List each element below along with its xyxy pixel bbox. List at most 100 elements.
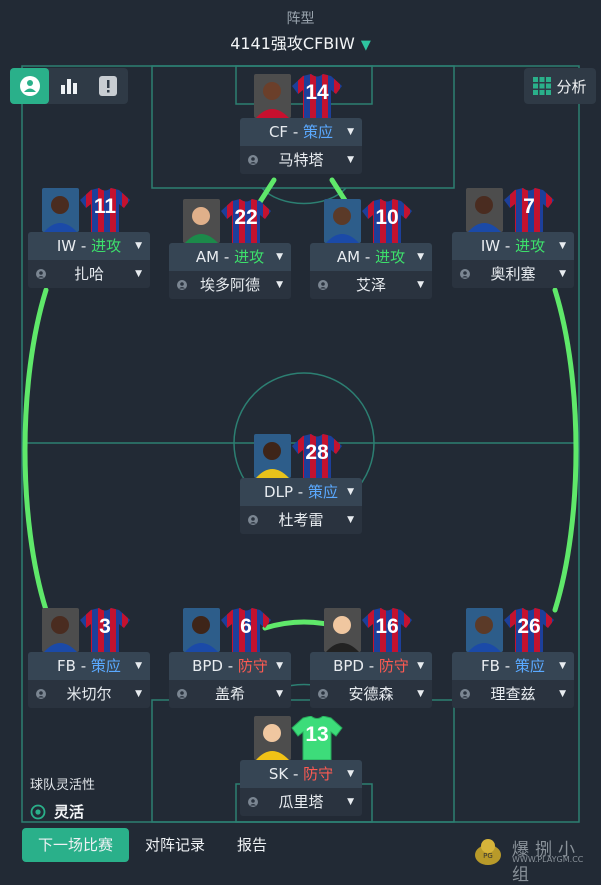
dropdown-arrow-icon[interactable]: ▼ <box>559 652 566 680</box>
kit-number: 16 <box>375 615 399 638</box>
role-selector[interactable]: SK - 防守 ▼ <box>240 760 362 788</box>
svg-text:PG: PG <box>483 852 493 860</box>
dropdown-arrow-icon[interactable]: ▼ <box>135 260 142 288</box>
duty-label: 进攻 <box>375 248 406 266</box>
player-selector[interactable]: 扎哈 ▼ <box>28 260 150 288</box>
person-icon <box>36 689 46 699</box>
player-card-6[interactable]: 28 DLP - 策应 ▼ 杜考雷 ▼ <box>240 434 362 534</box>
player-card-5[interactable]: 7 IW - 进攻 ▼ 奥利塞 ▼ <box>452 188 574 288</box>
view-player-button[interactable] <box>10 68 49 104</box>
player-selector[interactable]: 艾泽 ▼ <box>310 271 432 299</box>
player-selector[interactable]: 安德森 ▼ <box>310 680 432 708</box>
role-selector[interactable]: DLP - 策应 ▼ <box>240 478 362 506</box>
view-toggle-group <box>10 68 128 104</box>
tab-next-match[interactable]: 下一场比赛 <box>22 828 130 862</box>
kit-number: 3 <box>99 615 111 638</box>
duty-label: 进攻 <box>515 237 546 255</box>
role-selector[interactable]: FB - 策应 ▼ <box>452 652 574 680</box>
player-photo <box>254 74 291 118</box>
player-selector[interactable]: 盖希 ▼ <box>169 680 291 708</box>
team-flexibility: 球队灵活性 灵活 <box>30 774 95 822</box>
player-card-11[interactable]: 13 SK - 防守 ▼ 瓜里塔 ▼ <box>240 715 362 816</box>
tab-head-to-head[interactable]: 对阵记录 <box>129 828 221 862</box>
player-name: 奥利塞 <box>490 265 536 283</box>
dropdown-arrow-icon[interactable]: ▼ <box>417 271 424 299</box>
formation-name[interactable]: 4141强攻CFBIW <box>230 34 355 53</box>
dropdown-arrow-icon[interactable]: ▼ <box>276 243 283 271</box>
dropdown-arrow-icon[interactable]: ▼ <box>135 680 142 708</box>
view-stats-button[interactable] <box>49 68 88 104</box>
dropdown-arrow-icon[interactable]: ▼ <box>347 478 354 506</box>
player-name: 扎哈 <box>73 265 104 283</box>
dropdown-arrow-icon[interactable]: ▼ <box>347 506 354 534</box>
person-icon <box>248 155 258 165</box>
role-selector[interactable]: BPD - 防守 ▼ <box>169 652 291 680</box>
player-card-4[interactable]: 10 AM - 进攻 ▼ 艾泽 ▼ <box>310 199 432 299</box>
person-icon <box>318 280 328 290</box>
exclamation-card-icon <box>98 76 117 96</box>
player-selector[interactable]: 马特塔 ▼ <box>240 146 362 174</box>
dropdown-arrow-icon[interactable]: ▼ <box>417 652 424 680</box>
kit-icon: 6 <box>220 608 272 652</box>
analyze-button[interactable]: 分析 <box>524 68 596 104</box>
dropdown-arrow-icon[interactable]: ▼ <box>559 260 566 288</box>
player-selector[interactable]: 埃多阿德 ▼ <box>169 271 291 299</box>
person-icon <box>460 689 470 699</box>
player-selector[interactable]: 理查兹 ▼ <box>452 680 574 708</box>
analyze-label: 分析 <box>556 77 587 96</box>
player-card-8[interactable]: 6 BPD - 防守 ▼ 盖希 ▼ <box>169 608 291 708</box>
formation-header[interactable]: 阵型 4141强攻CFBIW ▼ <box>0 0 601 60</box>
watermark-url: WWW.PLAYGM.CC <box>512 855 584 864</box>
dropdown-arrow-icon[interactable]: ▼ <box>135 652 142 680</box>
player-card-7[interactable]: 3 FB - 策应 ▼ 米切尔 ▼ <box>28 608 150 708</box>
role-selector[interactable]: IW - 进攻 ▼ <box>28 232 150 260</box>
tab-report[interactable]: 报告 <box>221 828 283 862</box>
player-card-10[interactable]: 26 FB - 策应 ▼ 理查兹 ▼ <box>452 608 574 708</box>
role-code: IW <box>56 237 77 255</box>
role-selector[interactable]: AM - 进攻 ▼ <box>310 243 432 271</box>
role-code: BPD <box>333 657 364 675</box>
dropdown-arrow-icon[interactable]: ▼ <box>417 243 424 271</box>
player-card-2[interactable]: 11 IW - 进攻 ▼ 扎哈 ▼ <box>28 188 150 288</box>
player-selector[interactable]: 杜考雷 ▼ <box>240 506 362 534</box>
role-selector[interactable]: IW - 进攻 ▼ <box>452 232 574 260</box>
duty-label: 策应 <box>514 657 545 675</box>
duty-label: 策应 <box>303 123 334 141</box>
player-card-1[interactable]: 14 CF - 策应 ▼ 马特塔 ▼ <box>240 74 362 174</box>
dropdown-arrow-icon[interactable]: ▼ <box>347 146 354 174</box>
role-selector[interactable]: AM - 进攻 ▼ <box>169 243 291 271</box>
view-instructions-button[interactable] <box>88 68 127 104</box>
kit-icon: 10 <box>361 199 413 243</box>
dropdown-arrow-icon[interactable]: ▼ <box>559 680 566 708</box>
role-selector[interactable]: BPD - 防守 ▼ <box>310 652 432 680</box>
kit-icon: 16 <box>361 608 413 652</box>
dropdown-arrow-icon[interactable]: ▼ <box>276 652 283 680</box>
dropdown-arrow-icon[interactable]: ▼ <box>559 232 566 260</box>
player-selector[interactable]: 瓜里塔 ▼ <box>240 788 362 816</box>
flexibility-title: 球队灵活性 <box>30 778 96 793</box>
role-selector[interactable]: CF - 策应 ▼ <box>240 118 362 146</box>
dropdown-arrow-icon[interactable]: ▼ <box>135 232 142 260</box>
dropdown-arrow-icon[interactable]: ▼ <box>347 760 354 788</box>
watermark: PG 爆捌小组 WWW.PLAYGM.CC <box>468 831 596 885</box>
player-selector[interactable]: 奥利塞 ▼ <box>452 260 574 288</box>
chevron-down-icon[interactable]: ▼ <box>361 38 371 53</box>
dropdown-arrow-icon[interactable]: ▼ <box>347 788 354 816</box>
player-name: 盖希 <box>214 685 245 703</box>
role-selector[interactable]: FB - 策应 ▼ <box>28 652 150 680</box>
dropdown-arrow-icon[interactable]: ▼ <box>347 118 354 146</box>
dropdown-arrow-icon[interactable]: ▼ <box>417 680 424 708</box>
kit-number: 11 <box>93 195 117 218</box>
duty-label: 进攻 <box>234 248 265 266</box>
player-selector[interactable]: 米切尔 ▼ <box>28 680 150 708</box>
dropdown-arrow-icon[interactable]: ▼ <box>276 271 283 299</box>
kit-number: 26 <box>517 615 541 638</box>
player-card-9[interactable]: 16 BPD - 防守 ▼ 安德森 ▼ <box>310 608 432 708</box>
dropdown-arrow-icon[interactable]: ▼ <box>276 680 283 708</box>
person-icon <box>248 797 258 807</box>
player-card-3[interactable]: 22 AM - 进攻 ▼ 埃多阿德 ▼ <box>169 199 291 299</box>
person-icon <box>177 280 187 290</box>
role-code: IW <box>480 237 501 255</box>
kit-icon: 28 <box>291 434 343 478</box>
player-photo <box>42 608 79 652</box>
